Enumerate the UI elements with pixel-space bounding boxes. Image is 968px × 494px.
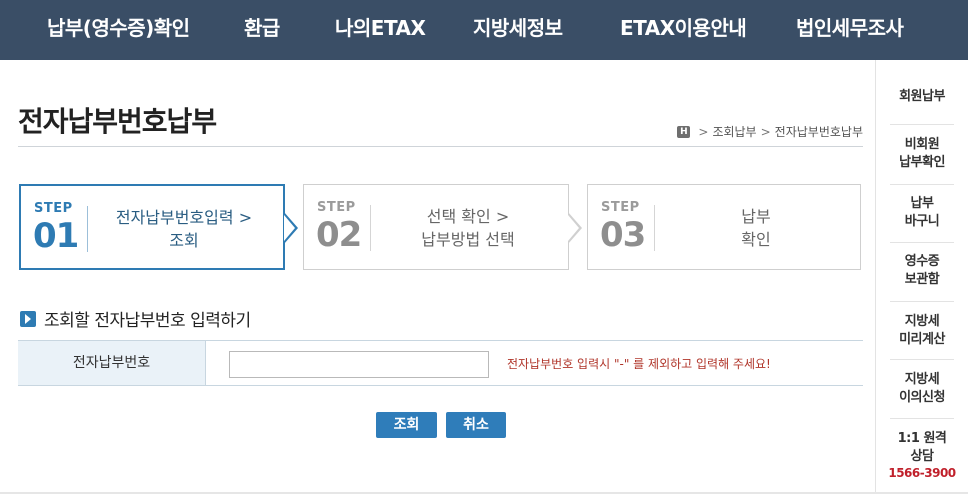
step-divider — [87, 206, 88, 252]
step-number: 01 — [33, 216, 79, 256]
quick-menu-label: 지방세 — [904, 314, 940, 329]
quick-menu-local-tax-objection[interactable]: 지방세 이의신청 — [884, 371, 960, 407]
cancel-button[interactable]: 취소 — [446, 412, 506, 438]
step-word: STEP — [601, 200, 640, 215]
quick-menu-payment-basket[interactable]: 납부 바구니 — [884, 195, 960, 231]
section-title: 조회할 전자납부번호 입력하기 — [44, 311, 251, 331]
top-navigation: 납부(영수증)확인 환급 나의ETAX 지방세정보 ETAX이용안내 법인세무조… — [0, 0, 968, 60]
breadcrumb-item-inquiry-payment[interactable]: 조회납부 — [712, 123, 756, 140]
home-icon[interactable]: H — [677, 125, 691, 138]
quick-menu-label: 바구니 — [904, 214, 940, 229]
payment-number-input[interactable] — [229, 351, 489, 378]
step-divider — [370, 205, 371, 251]
nav-item-corporate-tax-audit[interactable]: 법인세무조사 — [796, 0, 904, 60]
step-word: STEP — [317, 200, 356, 215]
quick-menu-label: 보관함 — [904, 272, 940, 287]
step-label: 납부 확인 — [656, 205, 856, 251]
step-arrow-inner-icon — [568, 215, 579, 241]
step-label-line1: 전자납부번호입력 > — [115, 208, 253, 227]
breadcrumb: H > 조회납부 > 전자납부번호납부 — [677, 123, 863, 140]
breadcrumb-separator-icon: > — [760, 124, 771, 139]
nav-item-etax-guide[interactable]: ETAX이용안내 — [620, 0, 747, 60]
step-divider — [654, 205, 655, 251]
quick-menu-label: 납부 — [910, 196, 934, 211]
nav-item-local-tax-info[interactable]: 지방세정보 — [473, 0, 563, 60]
consult-phone-number: 1566-3900 — [888, 466, 956, 480]
step-number: 02 — [316, 215, 362, 255]
nav-item-refund[interactable]: 환급 — [244, 0, 280, 60]
quick-menu-label: 미리계산 — [899, 332, 945, 347]
quick-menu-member-payment[interactable]: 회원납부 — [884, 88, 960, 106]
quick-menu-label: 이의신청 — [899, 390, 945, 405]
quick-menu-remote-consult[interactable]: 1:1 원격 상담 — [884, 430, 960, 466]
title-divider — [18, 146, 863, 147]
quick-menu-local-tax-precalc[interactable]: 지방세 미리계산 — [884, 313, 960, 349]
step-label-line2: 납부방법 선택 — [421, 230, 515, 249]
quick-menu-divider — [890, 242, 954, 243]
breadcrumb-separator-icon: > — [698, 124, 709, 139]
step-3: STEP 03 납부 확인 — [587, 184, 861, 270]
step-number: 03 — [600, 215, 646, 255]
quick-menu-label: 납부확인 — [899, 155, 945, 170]
step-label: 선택 확인 > 납부방법 선택 — [372, 205, 564, 251]
quick-menu-receipt-storage[interactable]: 영수증 보관함 — [884, 253, 960, 289]
step-word: STEP — [34, 201, 73, 216]
step-label-line2: 조회 — [169, 231, 199, 250]
quick-menu-label: 상담 — [910, 449, 934, 464]
quick-menu-label: 비회원 — [904, 137, 940, 152]
step-label-line1: 선택 확인 > — [426, 207, 510, 226]
step-label: 전자납부번호입력 > 조회 — [89, 206, 279, 252]
form-row: 전자납부번호 전자납부번호 입력시 "-" 를 제외하고 입력해 주세요! — [18, 340, 863, 386]
step-label-line1: 납부 — [741, 207, 771, 226]
search-button[interactable]: 조회 — [376, 412, 437, 438]
quick-menu-divider — [890, 359, 954, 360]
payment-number-label: 전자납부번호 — [18, 341, 206, 385]
step-arrow-inner-icon — [284, 215, 295, 241]
page-title: 전자납부번호납부 — [18, 105, 217, 138]
step-1: STEP 01 전자납부번호입력 > 조회 — [19, 184, 285, 270]
quick-menu-label: 회원납부 — [899, 89, 945, 104]
input-hint: 전자납부번호 입력시 "-" 를 제외하고 입력해 주세요! — [507, 357, 771, 371]
quick-menu: 회원납부 비회원 납부확인 납부 바구니 영수증 보관함 지방세 미리계산 지방… — [875, 60, 968, 494]
quick-menu-non-member-payment-check[interactable]: 비회원 납부확인 — [884, 136, 960, 172]
section-heading: 조회할 전자납부번호 입력하기 — [20, 306, 251, 331]
quick-menu-label: 영수증 — [904, 254, 940, 269]
step-2: STEP 02 선택 확인 > 납부방법 선택 — [303, 184, 569, 270]
nav-item-my-etax[interactable]: 나의ETAX — [335, 0, 426, 60]
quick-menu-label: 1:1 원격 — [897, 431, 947, 446]
quick-menu-divider — [890, 184, 954, 185]
arrow-bullet-icon — [20, 310, 36, 327]
quick-menu-divider — [890, 301, 954, 302]
quick-menu-divider — [890, 124, 954, 125]
breadcrumb-item-current: 전자납부번호납부 — [774, 125, 863, 139]
quick-menu-divider — [890, 418, 954, 419]
nav-item-payment-receipt-check[interactable]: 납부(영수증)확인 — [47, 0, 190, 60]
step-label-line2: 확인 — [741, 230, 771, 249]
quick-menu-label: 지방세 — [904, 372, 940, 387]
